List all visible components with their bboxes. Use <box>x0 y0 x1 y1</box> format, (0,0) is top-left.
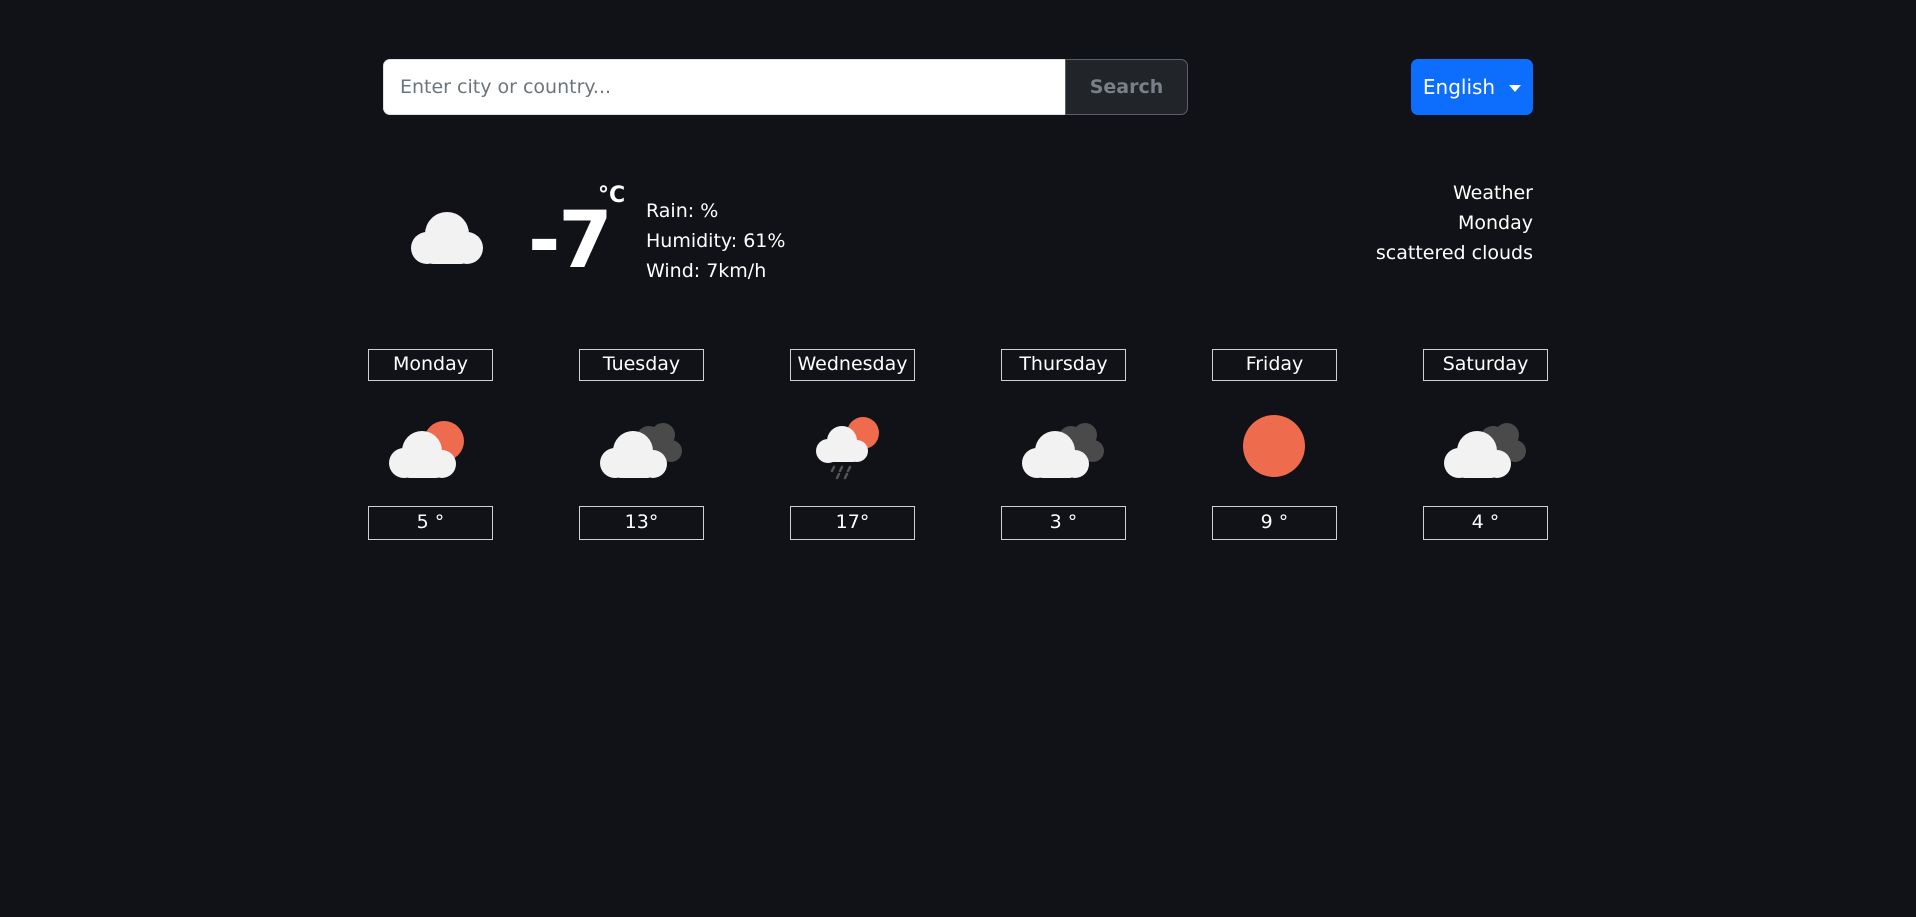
forecast-day-temperature: 17° <box>790 506 915 540</box>
forecast-day-temperature: 3 ° <box>1001 506 1126 540</box>
weather-page: Search English -7 °C Rain: % Humidity: 6… <box>0 0 1916 917</box>
forecast-day: Tuesday 13° <box>579 349 704 541</box>
forecast-day: Wednesday 17° <box>790 349 915 541</box>
wind-value: Wind: 7km/h <box>646 260 767 282</box>
forecast-day: Friday 9 ° <box>1212 349 1337 541</box>
cloud-icon <box>411 212 483 264</box>
humidity-value: Humidity: 61% <box>646 230 786 252</box>
partly-cloudy-sun-icon <box>389 421 464 478</box>
forecast-day: Saturday 4 ° <box>1423 349 1548 541</box>
forecast-day: Thursday 3 ° <box>1001 349 1126 541</box>
summary-description: scattered clouds <box>1375 242 1533 264</box>
search-bar: Search <box>383 59 1188 115</box>
temperature-unit: °C <box>598 183 626 208</box>
weather-summary: Weather Monday scattered clouds <box>1376 178 1533 268</box>
forecast-day-label: Saturday <box>1423 349 1548 381</box>
broken-clouds-icon <box>600 423 682 478</box>
forecast-day-temperature: 4 ° <box>1423 506 1548 540</box>
forecast-day-temperature: 13° <box>579 506 704 540</box>
forecast-day-temperature: 5 ° <box>368 506 493 540</box>
search-button[interactable]: Search <box>1065 59 1188 115</box>
summary-day: Monday <box>1457 212 1533 234</box>
forecast-day-temperature: 9 ° <box>1212 506 1337 540</box>
forecast-day-label: Friday <box>1212 349 1337 381</box>
forecast-day-label: Thursday <box>1001 349 1126 381</box>
summary-title: Weather <box>1453 182 1533 204</box>
sun-icon <box>1243 415 1305 477</box>
rain-value: Rain: % <box>646 200 719 222</box>
forecast-day: Monday 5 ° <box>368 349 493 541</box>
language-label: English <box>1422 75 1496 99</box>
search-input[interactable] <box>383 59 1065 115</box>
broken-clouds-icon <box>1022 423 1104 478</box>
weather-details: Rain: % Humidity: 61% Wind: 7km/h <box>646 196 785 286</box>
chevron-down-icon <box>1509 84 1522 92</box>
rain-sun-icon <box>816 417 879 480</box>
current-temperature: -7 <box>528 196 613 286</box>
forecast-day-label: Monday <box>368 349 493 381</box>
forecast-day-label: Wednesday <box>790 349 915 381</box>
forecast-row: Monday 5 ° Tuesday 13° Wednesday 17° Thu… <box>368 349 1548 541</box>
language-dropdown[interactable]: English <box>1411 59 1533 115</box>
forecast-day-label: Tuesday <box>579 349 704 381</box>
broken-clouds-icon <box>1444 423 1526 478</box>
